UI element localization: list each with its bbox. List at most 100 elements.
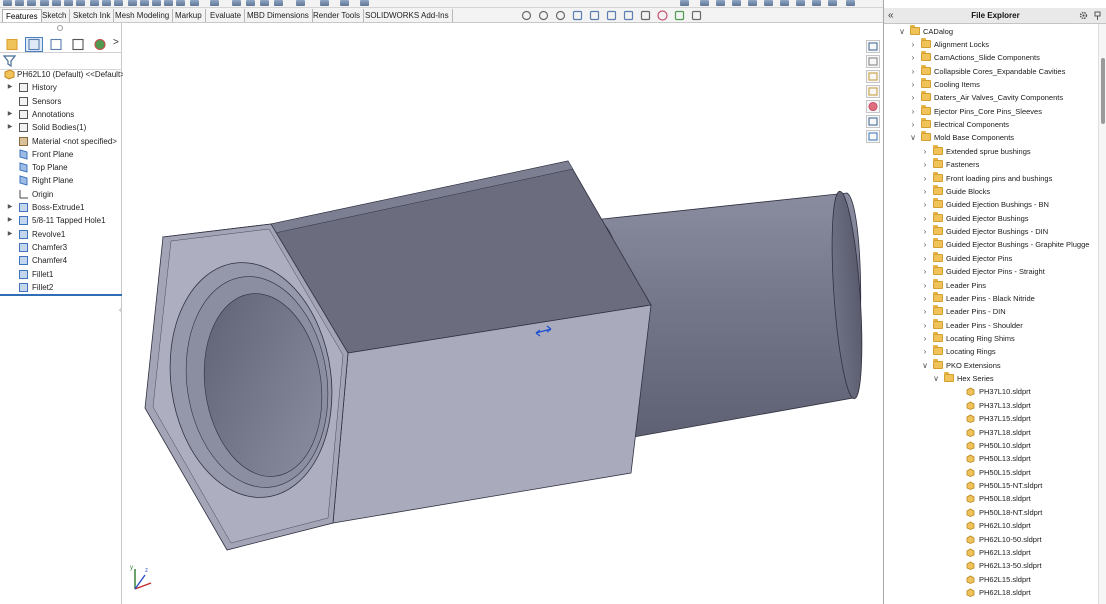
folder-item[interactable]: › CamActions_Slide Components — [884, 51, 1098, 64]
apply-scene-icon[interactable] — [674, 10, 685, 21]
view-orientation-icon[interactable] — [606, 10, 617, 21]
view-settings-icon[interactable] — [691, 10, 702, 21]
file-item[interactable]: PH62L18.sldprt — [884, 586, 1098, 599]
folder-item[interactable]: › Guided Ejection Bushings - BN — [884, 198, 1098, 211]
file-item[interactable]: PH50L15-NT.sldprt — [884, 479, 1098, 492]
ribbon-tool-icon[interactable] — [680, 0, 689, 6]
tab-solidworks-add-ins[interactable]: SOLIDWORKS Add-Ins — [362, 9, 453, 22]
pin-icon[interactable] — [1093, 11, 1102, 20]
folder-item[interactable]: › Locating Rings — [884, 345, 1098, 358]
ribbon-tool-icon[interactable] — [296, 0, 305, 6]
hide-show-icon[interactable] — [640, 10, 651, 21]
ribbon-tool-icon[interactable] — [846, 0, 855, 6]
chevron-right-icon[interactable]: › — [909, 65, 917, 78]
design-library-icon[interactable] — [866, 55, 880, 68]
expand-arrow-icon[interactable]: ▶ — [6, 108, 14, 121]
chevron-right-icon[interactable]: › — [909, 118, 917, 131]
file-item[interactable]: PH50L10.sldprt — [884, 439, 1098, 452]
folder-item[interactable]: › Guide Blocks — [884, 184, 1098, 198]
tab-features[interactable]: Features — [2, 9, 42, 22]
chevron-right-icon[interactable]: › — [909, 78, 917, 91]
tab-markup[interactable]: Markup — [172, 9, 206, 22]
ribbon-tool-icon[interactable] — [732, 0, 741, 6]
file-item[interactable]: PH37L15.sldprt — [884, 412, 1098, 425]
ribbon-tool-icon[interactable] — [748, 0, 757, 6]
folder-item[interactable]: › Fasteners — [884, 158, 1098, 171]
display-style-icon[interactable] — [623, 10, 634, 21]
folder-item[interactable]: › Locating Ring Shims — [884, 332, 1098, 345]
ribbon-tool-icon[interactable] — [176, 0, 185, 6]
ribbon-tool-icon[interactable] — [700, 0, 709, 6]
folder-item[interactable]: › Extended sprue bushings — [884, 144, 1098, 158]
chevron-right-icon[interactable]: › — [921, 265, 929, 278]
file-item[interactable]: PH62L13-50.sldprt — [884, 559, 1098, 572]
tab-mesh-modeling[interactable]: Mesh Modeling — [112, 9, 174, 22]
file-item[interactable]: PH62L10.sldprt — [884, 519, 1098, 532]
panel-grip-handle[interactable] — [57, 25, 63, 31]
chevron-right-icon[interactable]: › — [921, 212, 929, 225]
dimxpert-icon[interactable] — [69, 37, 87, 52]
folder-item[interactable]: › Electrical Components — [884, 118, 1098, 131]
ribbon-tool-icon[interactable] — [52, 0, 61, 6]
chevron-right-icon[interactable]: › — [909, 105, 917, 118]
ribbon-tool-icon[interactable] — [274, 0, 283, 6]
file-item[interactable]: PH37L10.sldprt — [884, 385, 1098, 398]
folder-item[interactable]: › Guided Ejector Bushings — [884, 211, 1098, 225]
edit-appearance-icon[interactable] — [657, 10, 668, 21]
file-item[interactable]: PH50L15.sldprt — [884, 466, 1098, 479]
folder-item[interactable]: › Leader Pins - DIN — [884, 305, 1098, 318]
folder-item[interactable]: › Guided Ejector Pins — [884, 251, 1098, 265]
ribbon-tool-icon[interactable] — [246, 0, 255, 6]
chevron-right-icon[interactable]: › — [921, 185, 929, 198]
custom-properties-icon[interactable] — [866, 115, 880, 128]
chevron-right-icon[interactable]: › — [921, 305, 929, 318]
ribbon-tool-icon[interactable] — [340, 0, 349, 6]
expand-arrow-icon[interactable]: ▶ — [6, 121, 14, 134]
ribbon-tool-icon[interactable] — [828, 0, 837, 6]
folder-item[interactable]: ∨ Hex Series — [884, 372, 1098, 385]
ribbon-tool-icon[interactable] — [210, 0, 219, 6]
folder-item[interactable]: › Leader Pins - Shoulder — [884, 318, 1098, 332]
chevron-right-icon[interactable]: › — [921, 345, 929, 358]
folder-item[interactable]: › Daters_Air Valves_Cavity Components — [884, 91, 1098, 104]
ribbon-tool-icon[interactable] — [114, 0, 123, 6]
filter-icon[interactable] — [3, 55, 17, 67]
folder-item[interactable]: › Ejector Pins_Core Pins_Sleeves — [884, 104, 1098, 118]
expand-arrow-icon[interactable]: ▶ — [6, 201, 14, 214]
tab-render-tools[interactable]: Render Tools — [310, 9, 364, 22]
expand-arrow-icon[interactable]: ▶ — [6, 214, 14, 227]
file-item[interactable]: PH62L15.sldprt — [884, 573, 1098, 586]
tab-sketch-ink[interactable]: Sketch Ink — [70, 9, 115, 22]
graphics-area[interactable]: z y — [123, 23, 883, 604]
ribbon-tool-icon[interactable] — [3, 0, 12, 6]
file-explorer-icon[interactable] — [866, 70, 880, 83]
file-explorer-scrollbar[interactable] — [1098, 24, 1106, 604]
chevron-right-icon[interactable]: › — [909, 91, 917, 104]
section-view-icon[interactable] — [572, 10, 583, 21]
ribbon-tool-icon[interactable] — [27, 0, 36, 6]
tab-mbd-dimensions[interactable]: MBD Dimensions — [244, 9, 313, 22]
chevron-right-icon[interactable]: › — [921, 145, 929, 158]
ribbon-tool-icon[interactable] — [260, 0, 269, 6]
ribbon-tool-icon[interactable] — [90, 0, 99, 6]
chevron-right-icon[interactable]: › — [921, 252, 929, 265]
display-manager-icon[interactable] — [91, 37, 109, 52]
ribbon-tool-icon[interactable] — [152, 0, 161, 6]
expand-arrow-icon[interactable]: ▶ — [6, 228, 14, 241]
file-item[interactable]: PH50L13.sldprt — [884, 452, 1098, 465]
file-item[interactable]: PH37L13.sldprt — [884, 399, 1098, 412]
ribbon-tool-icon[interactable] — [360, 0, 369, 6]
ribbon-tool-icon[interactable] — [764, 0, 773, 6]
ribbon-tool-icon[interactable] — [15, 0, 24, 6]
chevron-right-icon[interactable]: › — [921, 238, 929, 251]
folder-item[interactable]: ∨ Mold Base Components — [884, 131, 1098, 144]
ribbon-tool-icon[interactable] — [140, 0, 149, 6]
previous-view-icon[interactable] — [555, 10, 566, 21]
ribbon-tool-icon[interactable] — [102, 0, 111, 6]
scrollbar-thumb[interactable] — [1101, 58, 1105, 124]
ribbon-tool-icon[interactable] — [716, 0, 725, 6]
folder-item[interactable]: › Guided Ejector Bushings - Graphite Plug… — [884, 238, 1098, 251]
chevron-right-icon[interactable]: › — [909, 51, 917, 64]
view-palette-icon[interactable] — [866, 85, 880, 98]
folder-item[interactable]: › Collapsible Cores_Expandable Cavities — [884, 64, 1098, 78]
